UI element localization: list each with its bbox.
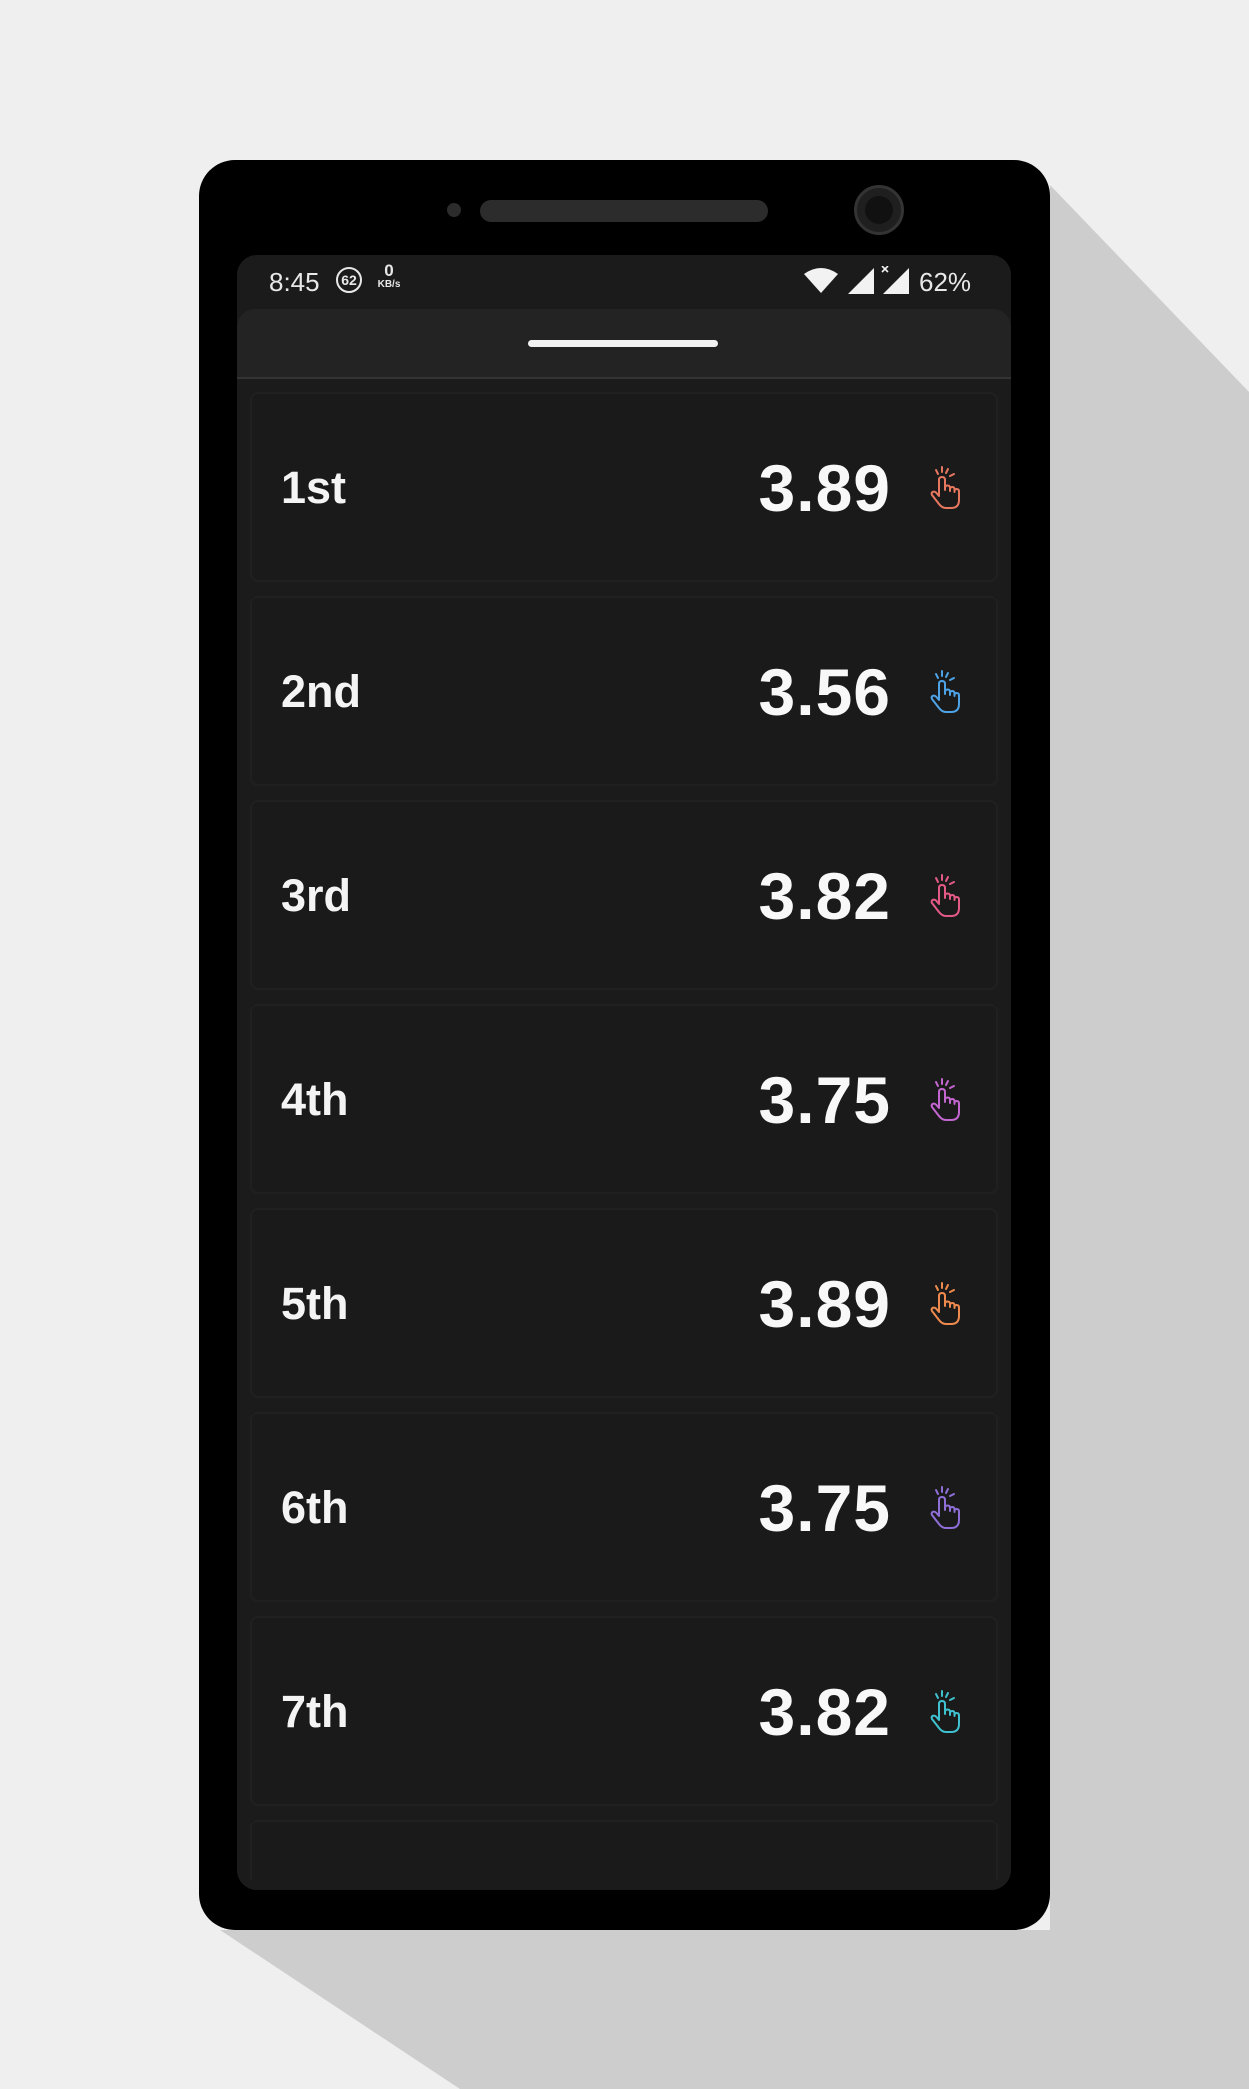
bottom-sheet: 1st 3.89 2nd 3.56 3rd 3.82 4th 3.75 5th … [237, 309, 1011, 1890]
status-time: 8:45 [269, 267, 320, 297]
list-item[interactable]: 2nd 3.56 [250, 596, 998, 786]
network-speed-unit: KB/s [377, 279, 401, 290]
row-rank-label: 2nd [281, 666, 362, 717]
front-camera [854, 185, 904, 235]
list-item[interactable]: 4th 3.75 [250, 1004, 998, 1194]
row-rank-label: 3rd [281, 870, 352, 921]
row-value: 3.75 [758, 1471, 891, 1545]
tap-hand-icon [930, 874, 960, 917]
row-value: 3.82 [758, 859, 891, 933]
row-rank-label: 6th [281, 1482, 349, 1533]
scene: 8:45 62 0 KB/s 62% 1st 3.89 2nd 3.56 3rd… [0, 0, 1249, 2089]
list-item[interactable]: 5th 3.89 [250, 1208, 998, 1398]
cell-signal-icon [848, 268, 874, 294]
network-speed: 0 KB/s [374, 261, 404, 292]
proximity-sensor [447, 203, 461, 217]
wifi-icon [804, 268, 838, 293]
tap-hand-icon [930, 670, 960, 713]
results-list: 1st 3.89 2nd 3.56 3rd 3.82 4th 3.75 5th … [250, 392, 998, 1880]
tap-hand-icon [930, 466, 960, 509]
sheet-header[interactable] [237, 309, 1011, 379]
list-item[interactable]: 6th 3.75 [250, 1412, 998, 1602]
row-rank-label: 4th [281, 1074, 349, 1125]
network-speed-value: 0 [384, 261, 394, 280]
row-value: 3.75 [758, 1063, 891, 1137]
screen: 8:45 62 0 KB/s 62% 1st 3.89 2nd 3.56 3rd… [237, 255, 1011, 1890]
drag-handle[interactable] [528, 340, 718, 347]
row-rank-label: 7th [281, 1686, 349, 1737]
list-item[interactable]: 7th 3.82 [250, 1616, 998, 1806]
list-item[interactable]: 3rd 3.82 [250, 800, 998, 990]
row-value: 3.89 [758, 1267, 891, 1341]
battery-percent: 62% [919, 267, 972, 297]
phone-frame: 8:45 62 0 KB/s 62% 1st 3.89 2nd 3.56 3rd… [199, 160, 1050, 1930]
list-item[interactable]: 1st 3.89 [250, 392, 998, 582]
tap-hand-icon [930, 1078, 960, 1121]
status-bar: 8:45 62 0 KB/s 62% [237, 255, 1011, 309]
earpiece-speaker [480, 200, 768, 222]
row-rank-label: 1st [281, 462, 347, 513]
row-value: 3.82 [758, 1675, 891, 1749]
row-value: 3.89 [758, 451, 891, 525]
tap-hand-icon [930, 1690, 960, 1733]
row-rank-label: 5th [281, 1278, 349, 1329]
list-item-partial[interactable] [250, 1820, 998, 1880]
row-value: 3.56 [758, 655, 891, 729]
tap-hand-icon [930, 1486, 960, 1529]
cell-signal-no-data-icon [881, 266, 909, 294]
notification-count-badge: 62 [336, 267, 362, 293]
tap-hand-icon [930, 1282, 960, 1325]
